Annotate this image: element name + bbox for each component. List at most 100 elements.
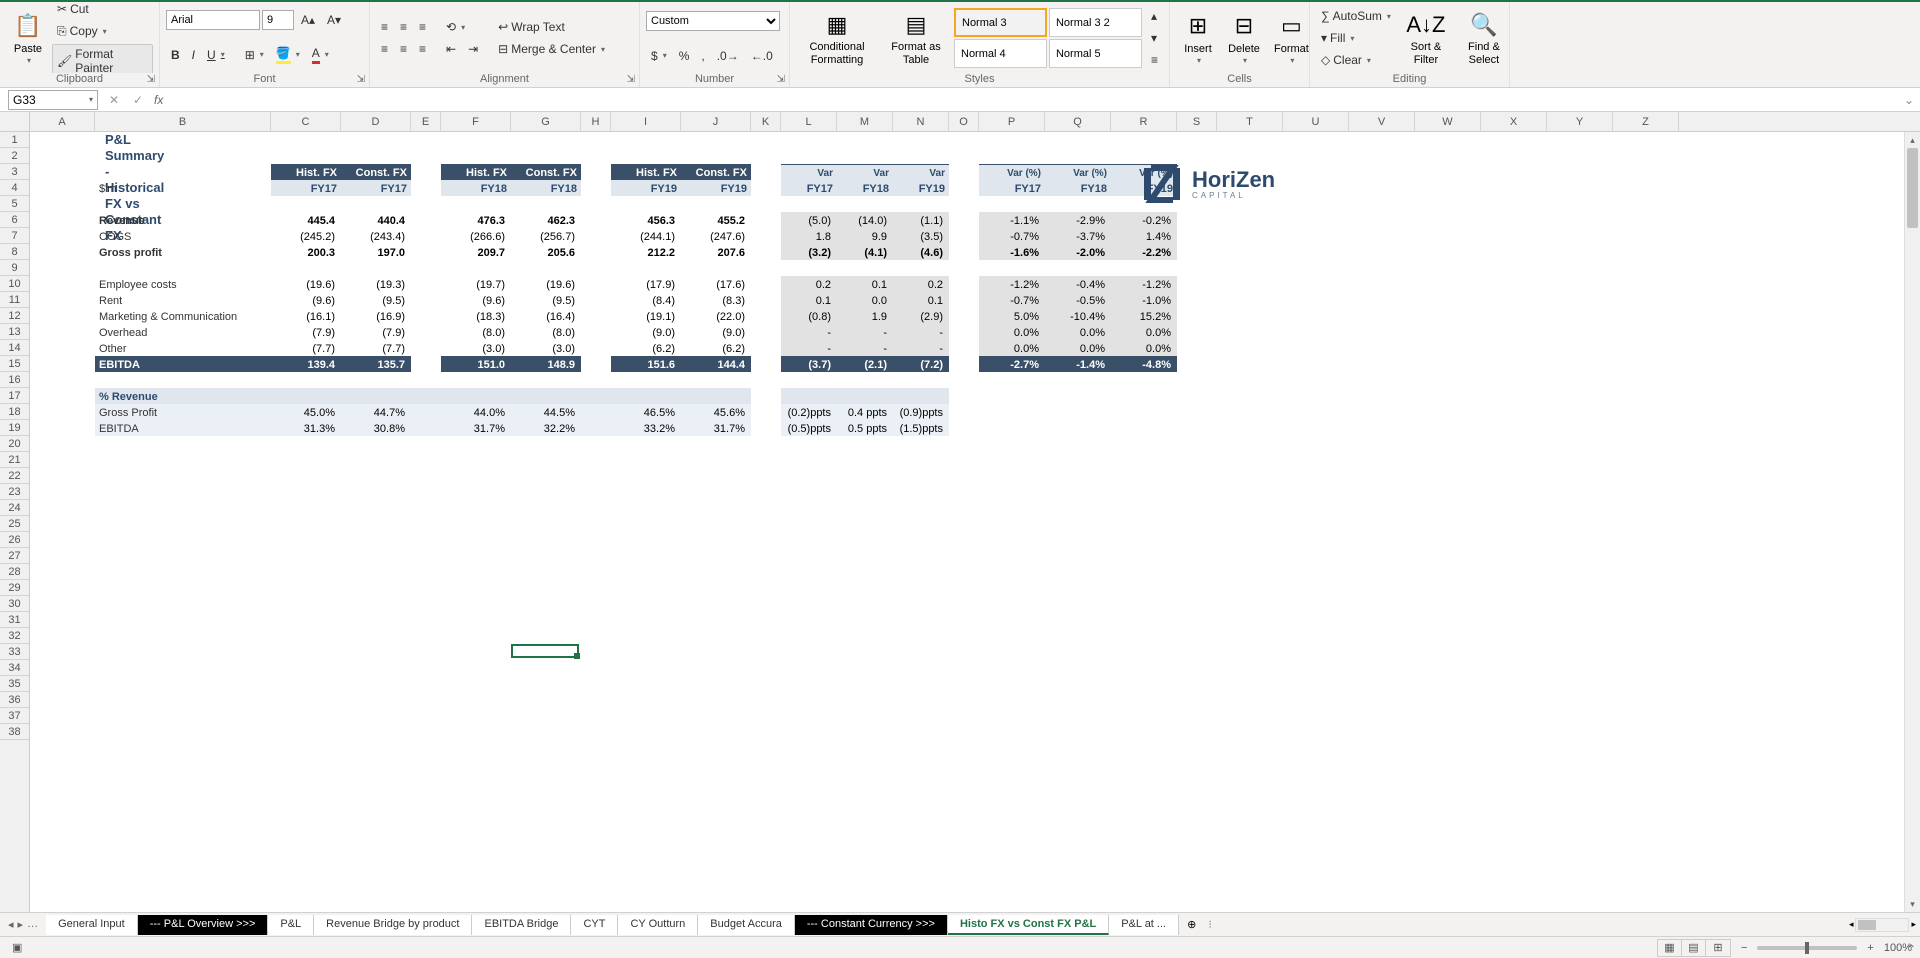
scroll-up-button[interactable]: ▴ xyxy=(1905,132,1920,148)
cancel-formula-button[interactable]: ✕ xyxy=(102,93,126,107)
sheet-tab[interactable]: CYT xyxy=(571,915,618,935)
status-bar: ▣ ▦ ▤ ⊞ − + 100% xyxy=(0,936,1920,958)
wrap-text-button[interactable]: ↩Wrap Text xyxy=(493,17,610,37)
orientation-button[interactable]: ⟲▾ xyxy=(441,17,470,37)
copy-button[interactable]: ⎘Copy▾ xyxy=(52,21,153,42)
scroll-thumb[interactable] xyxy=(1907,148,1918,228)
sheet-tab[interactable]: Histo FX vs Const FX P&L xyxy=(948,915,1109,935)
increase-font-button[interactable]: A▴ xyxy=(296,10,320,30)
align-center-button[interactable]: ≡ xyxy=(395,39,412,59)
cell-style-normal4[interactable]: Normal 4 xyxy=(954,39,1047,68)
alignment-group-label: Alignment xyxy=(480,73,529,85)
delete-cells-button[interactable]: ⊟Delete▾ xyxy=(1222,7,1266,70)
dialog-launcher-icon[interactable]: ⇲ xyxy=(357,74,365,85)
increase-decimal-button[interactable]: .0→ xyxy=(712,46,744,66)
normal-view-button[interactable]: ▦ xyxy=(1658,940,1682,956)
record-macro-button[interactable]: ▣ xyxy=(12,941,22,954)
autosum-button[interactable]: ∑ AutoSum▾ xyxy=(1316,6,1396,26)
scroll-down-button[interactable]: ▾ xyxy=(1905,896,1920,912)
align-top-button[interactable]: ≡ xyxy=(376,17,393,37)
delete-icon: ⊟ xyxy=(1228,11,1260,43)
number-format-select[interactable]: Custom xyxy=(646,11,780,31)
vertical-scrollbar[interactable]: ▴ ▾ xyxy=(1904,132,1920,912)
page-break-view-button[interactable]: ⊞ xyxy=(1706,940,1730,956)
insert-icon: ⊞ xyxy=(1182,11,1214,43)
dialog-launcher-icon[interactable]: ⇲ xyxy=(777,74,785,85)
tab-nav-prev[interactable]: ▸ xyxy=(18,918,24,931)
font-size-input[interactable] xyxy=(262,10,294,30)
sheet-tab[interactable]: EBITDA Bridge xyxy=(472,915,571,935)
bold-button[interactable]: B xyxy=(166,45,185,65)
decrease-decimal-button[interactable]: ←.0 xyxy=(746,46,778,66)
styles-scroll-up[interactable]: ▴ xyxy=(1146,6,1163,26)
cell-style-normal5[interactable]: Normal 5 xyxy=(1049,39,1142,68)
sheet-tab[interactable]: General Input xyxy=(46,915,138,935)
styles-scroll-down[interactable]: ▾ xyxy=(1146,28,1163,48)
zoom-in-button[interactable]: + xyxy=(1867,942,1873,954)
cell-style-normal32[interactable]: Normal 3 2 xyxy=(1049,8,1142,37)
sheet-tab[interactable]: Budget Accura xyxy=(698,915,795,935)
conditional-formatting-button[interactable]: ▦Conditional Formatting xyxy=(796,5,878,71)
select-all-corner[interactable] xyxy=(0,112,30,132)
horizontal-scrollbar[interactable]: ◂ ▸ xyxy=(1216,918,1920,932)
sheet-tab[interactable]: P&L xyxy=(268,915,314,935)
font-color-button[interactable]: A▾ xyxy=(307,43,334,67)
borders-button[interactable]: ⊞▾ xyxy=(240,45,269,65)
logo: HoriZen CAPITAL xyxy=(1140,162,1275,206)
formula-input[interactable] xyxy=(167,88,1898,111)
merge-icon: ⊟ xyxy=(498,42,508,56)
page-layout-view-button[interactable]: ▤ xyxy=(1682,940,1706,956)
cells-area[interactable]: P&L Summary - Historical FX vs Constant … xyxy=(30,132,1920,912)
format-icon: ▭ xyxy=(1275,11,1307,43)
merge-center-button[interactable]: ⊟Merge & Center▾ xyxy=(493,39,610,59)
row-headers[interactable]: 1234567891011121314151617181920212223242… xyxy=(0,132,30,912)
new-sheet-button[interactable]: ⊕ xyxy=(1179,918,1204,931)
name-box[interactable]: G33▾ xyxy=(8,90,98,110)
fx-icon[interactable]: fx xyxy=(154,93,163,107)
align-bottom-button[interactable]: ≡ xyxy=(414,17,431,37)
insert-cells-button[interactable]: ⊞Insert▾ xyxy=(1176,7,1220,70)
zoom-slider[interactable] xyxy=(1757,946,1857,950)
sheet-tab[interactable]: P&L at ... xyxy=(1109,915,1179,935)
tab-nav-more[interactable]: … xyxy=(27,918,38,931)
accept-formula-button[interactable]: ✓ xyxy=(126,93,150,107)
decrease-indent-button[interactable]: ⇤ xyxy=(441,39,461,59)
copy-icon: ⎘ xyxy=(57,24,67,39)
cut-button[interactable]: ✂Cut xyxy=(52,0,153,19)
format-as-table-button[interactable]: ▤Format as Table xyxy=(880,5,952,71)
underline-button[interactable]: U▾ xyxy=(202,45,230,65)
fill-button[interactable]: ▾ Fill▾ xyxy=(1316,28,1396,48)
format-cells-button[interactable]: ▭Format▾ xyxy=(1268,7,1315,70)
sheet-tab[interactable]: CY Outturn xyxy=(618,915,698,935)
cell-style-normal3[interactable]: Normal 3 xyxy=(954,8,1047,37)
font-name-input[interactable] xyxy=(166,10,260,30)
table-icon: ▤ xyxy=(900,9,932,41)
tab-nav-first[interactable]: ◂ xyxy=(8,918,14,931)
column-headers[interactable]: ABCDEFGHIJKLMNOPQRSTUVWXYZ xyxy=(30,112,1920,132)
fill-color-button[interactable]: 🪣▾ xyxy=(271,43,305,67)
increase-indent-button[interactable]: ⇥ xyxy=(463,39,483,59)
collapse-ribbon-button[interactable]: ⌃ xyxy=(1906,942,1916,956)
align-left-button[interactable]: ≡ xyxy=(376,39,393,59)
sheet-tab[interactable]: --- Constant Currency >>> xyxy=(795,915,948,935)
editing-group-label: Editing xyxy=(1393,73,1427,85)
comma-format-button[interactable]: , xyxy=(696,46,709,66)
dialog-launcher-icon[interactable]: ⇲ xyxy=(147,74,155,85)
sheet-tab[interactable]: --- P&L Overview >>> xyxy=(138,915,269,935)
sheet-tab[interactable]: Revenue Bridge by product xyxy=(314,915,472,935)
percent-format-button[interactable]: % xyxy=(674,46,695,66)
paste-button[interactable]: 📋 Paste ▾ xyxy=(6,7,50,70)
find-select-button[interactable]: 🔍Find & Select xyxy=(1456,5,1512,71)
expand-formula-bar[interactable]: ⌄ xyxy=(1898,93,1920,107)
cells-group-label: Cells xyxy=(1227,73,1251,85)
align-right-button[interactable]: ≡ xyxy=(414,39,431,59)
styles-more[interactable]: ≡ xyxy=(1146,50,1163,70)
sort-filter-button[interactable]: A↓ZSort & Filter xyxy=(1398,5,1454,71)
decrease-font-button[interactable]: A▾ xyxy=(322,10,346,30)
italic-button[interactable]: I xyxy=(187,45,200,65)
zoom-out-button[interactable]: − xyxy=(1741,942,1747,954)
align-middle-button[interactable]: ≡ xyxy=(395,17,412,37)
dialog-launcher-icon[interactable]: ⇲ xyxy=(627,74,635,85)
accounting-format-button[interactable]: $▾ xyxy=(646,46,672,66)
clear-button[interactable]: ◇ Clear▾ xyxy=(1316,50,1396,70)
